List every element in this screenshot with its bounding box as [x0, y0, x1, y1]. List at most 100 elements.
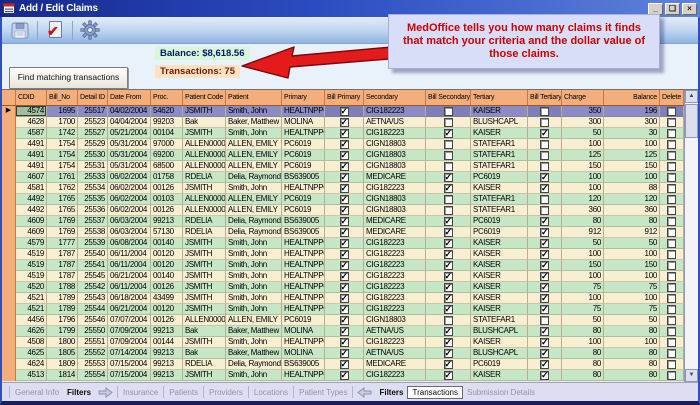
bill-tertiary-checkbox[interactable] — [540, 250, 549, 259]
cell-proc[interactable]: 00120 — [151, 304, 183, 315]
cell-balance[interactable]: 88 — [604, 183, 660, 194]
cell-proc[interactable]: 99213 — [151, 326, 183, 337]
cell-tertiary[interactable]: PC6019 — [471, 227, 528, 238]
cell-date-from[interactable]: 07/07/2004 — [108, 315, 151, 326]
cell-bill-no[interactable]: 1765 — [47, 194, 78, 205]
cell-tertiary[interactable]: KAISER — [471, 293, 528, 304]
cell-cdid[interactable]: 4579 — [16, 238, 47, 249]
bill-primary-checkbox[interactable] — [340, 349, 349, 358]
cell-tertiary[interactable]: STATEFAR1 — [471, 161, 528, 172]
cell-date-from[interactable]: 06/02/2004 — [108, 172, 151, 183]
cell-bill-no[interactable]: 1769 — [47, 227, 78, 238]
bill-tertiary-checkbox[interactable] — [540, 261, 549, 270]
cell-patient-code[interactable]: Bak — [183, 348, 226, 359]
cell-proc[interactable]: 00120 — [151, 260, 183, 271]
cell-cdid[interactable]: 4513 — [16, 370, 47, 381]
delete-checkbox[interactable] — [667, 195, 676, 204]
cell-primary[interactable]: MOLINA — [282, 348, 325, 359]
bill-primary-checkbox[interactable] — [340, 371, 349, 380]
cell-cdid[interactable]: 4491 — [16, 150, 47, 161]
bill-secondary-checkbox[interactable] — [444, 338, 453, 347]
cell-balance[interactable]: 50 — [604, 315, 660, 326]
cell-primary[interactable]: PC6019 — [282, 194, 325, 205]
cell-cdid[interactable]: 4521 — [16, 293, 47, 304]
tab-submission-details[interactable]: Submission Details — [463, 388, 539, 397]
cell-tertiary[interactable]: BLUSHCAPL — [471, 348, 528, 359]
cell-charge[interactable]: 120 — [562, 194, 604, 205]
cell-balance[interactable]: 80 — [604, 370, 660, 381]
cell-patient-code[interactable]: JSMITH — [183, 106, 226, 117]
cell-patient[interactable]: Smith, John — [226, 293, 282, 304]
cell-balance[interactable]: 100 — [604, 271, 660, 282]
row-selector[interactable] — [2, 249, 16, 260]
cell-balance[interactable]: 80 — [604, 348, 660, 359]
cell-patient-code[interactable]: JSMITH — [183, 249, 226, 260]
cell-tertiary[interactable]: KAISER — [471, 128, 528, 139]
column-header-tertiary[interactable]: Tertiary — [471, 90, 528, 105]
row-selector[interactable] — [2, 337, 16, 348]
cell-primary[interactable]: BS639005 — [282, 172, 325, 183]
cell-cdid[interactable]: 4491 — [16, 139, 47, 150]
cell-tertiary[interactable]: PC6019 — [471, 172, 528, 183]
bill-primary-checkbox[interactable] — [340, 162, 349, 171]
delete-checkbox[interactable] — [667, 250, 676, 259]
cell-cdid[interactable]: 4607 — [16, 172, 47, 183]
minimize-button[interactable]: _ — [648, 3, 663, 15]
cell-proc[interactable]: 00126 — [151, 315, 183, 326]
cell-secondary[interactable]: CIG182223 — [364, 293, 426, 304]
cell-cdid[interactable]: 4609 — [16, 216, 47, 227]
delete-checkbox[interactable] — [667, 129, 676, 138]
bill-secondary-checkbox[interactable] — [444, 294, 453, 303]
cell-tertiary[interactable]: KAISER — [471, 304, 528, 315]
cell-detail-id[interactable]: 25523 — [78, 117, 108, 128]
cell-balance[interactable]: 80 — [604, 326, 660, 337]
cell-cdid[interactable]: 4581 — [16, 183, 47, 194]
cell-cdid[interactable]: 4519 — [16, 249, 47, 260]
cell-proc[interactable]: 00140 — [151, 238, 183, 249]
cell-detail-id[interactable]: 25546 — [78, 315, 108, 326]
cell-proc[interactable]: 00140 — [151, 271, 183, 282]
cell-date-from[interactable]: 07/09/2004 — [108, 337, 151, 348]
scrollbar-thumb[interactable] — [685, 104, 698, 138]
cell-patient[interactable]: Delia, Raymond — [226, 359, 282, 370]
cell-charge[interactable]: 100 — [562, 172, 604, 183]
cell-bill-no[interactable]: 1814 — [47, 370, 78, 381]
bill-secondary-checkbox[interactable] — [444, 118, 453, 127]
cell-patient-code[interactable]: Bak — [183, 117, 226, 128]
cell-charge[interactable]: 75 — [562, 282, 604, 293]
cell-bill-no[interactable]: 1789 — [47, 293, 78, 304]
table-row[interactable]: 450818002555107/09/200400144JSMITHSmith,… — [2, 337, 684, 348]
bill-primary-checkbox[interactable] — [340, 305, 349, 314]
column-header-delete[interactable]: Delete — [660, 90, 684, 105]
cell-primary[interactable]: BS639005 — [282, 227, 325, 238]
scroll-up-button[interactable]: ▲ — [685, 90, 698, 103]
table-row[interactable]: 449117542552905/31/200497000ALLEN0000ALL… — [2, 139, 684, 150]
column-header-balance[interactable]: Balance — [604, 90, 660, 105]
cell-patient-code[interactable]: JSMITH — [183, 271, 226, 282]
cell-secondary[interactable]: MEDICARE — [364, 359, 426, 370]
cell-tertiary[interactable]: KAISER — [471, 238, 528, 249]
cell-secondary[interactable]: CIG182223 — [364, 260, 426, 271]
column-header-patient[interactable]: Patient — [226, 90, 282, 105]
cell-charge[interactable]: 80 — [562, 326, 604, 337]
column-header-charge[interactable]: Charge — [562, 90, 604, 105]
cell-charge[interactable]: 100 — [562, 293, 604, 304]
bill-tertiary-checkbox[interactable] — [540, 349, 549, 358]
cell-detail-id[interactable]: 25529 — [78, 139, 108, 150]
delete-checkbox[interactable] — [667, 371, 676, 380]
cell-patient[interactable]: Smith, John — [226, 183, 282, 194]
column-header-cdid[interactable]: CDID — [16, 90, 47, 105]
cell-detail-id[interactable]: 25554 — [78, 370, 108, 381]
cell-patient[interactable]: ALLEN, EMILY — [226, 139, 282, 150]
cell-balance[interactable]: 196 — [604, 106, 660, 117]
tab-general-info[interactable]: General Info — [11, 388, 63, 397]
cell-cdid[interactable]: 4492 — [16, 194, 47, 205]
column-header-bill-no[interactable]: Bill_No — [47, 90, 78, 105]
delete-checkbox[interactable] — [667, 283, 676, 292]
table-row[interactable]: 458717422552705/21/200400104JSMITHSmith,… — [2, 128, 684, 139]
column-header-proc[interactable]: Proc. — [151, 90, 183, 105]
cell-primary[interactable]: BS639005 — [282, 359, 325, 370]
cell-cdid[interactable]: 4609 — [16, 227, 47, 238]
cell-patient[interactable]: Smith, John — [226, 282, 282, 293]
cell-primary[interactable]: HEALTNPPO — [282, 183, 325, 194]
